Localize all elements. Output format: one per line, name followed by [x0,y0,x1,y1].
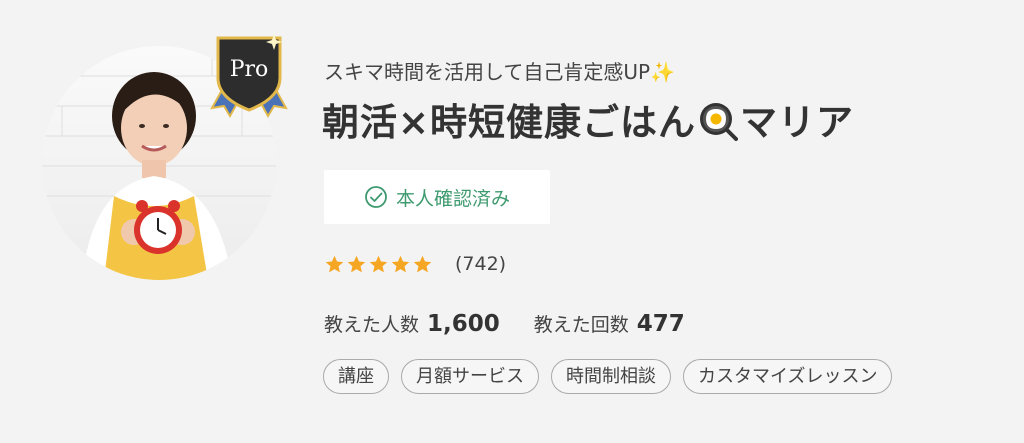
star-icon [391,255,410,272]
tag-custom-lesson[interactable]: カスタマイズレッスン [683,359,893,394]
pro-label: Pro [230,57,269,82]
taught-people-label: 教えた人数 [324,314,420,336]
verified-badge: 本人確認済み [324,170,550,224]
taught-times-label: 教えた回数 [533,314,629,336]
service-tags: 講座 月額サービス 時間制相談 カスタマイズレッスン [323,359,893,394]
rating-stars [324,254,433,275]
pro-shield-icon: Pro [210,34,288,118]
star-icon [347,255,366,272]
star-icon [369,255,388,272]
profile-name: 朝活×時短健康ごはん マリア [322,92,854,146]
check-circle-icon [365,186,387,208]
frying-pan-egg-icon [700,103,739,141]
tag-hourly-consultation[interactable]: 時間制相談 [551,359,671,394]
taught-times-value: 477 [636,311,685,337]
profile-name-suffix: マリア [740,101,855,144]
rating[interactable]: (742) [324,253,506,275]
tag-monthly-service[interactable]: 月額サービス [401,359,539,394]
teaching-stats: 教えた人数 1,600 教えた回数 477 [324,310,685,337]
taught-people-value: 1,600 [427,311,500,337]
tag-course[interactable]: 講座 [323,359,389,394]
star-icon [413,255,432,272]
profile-name-main: 朝活×時短健康ごはん [322,101,697,144]
verified-label: 本人確認済み [395,187,510,210]
profile-tagline: スキマ時間を活用して自己肯定感UP✨ [324,60,676,84]
star-icon [325,255,344,272]
rating-count[interactable]: (742) [455,253,506,275]
